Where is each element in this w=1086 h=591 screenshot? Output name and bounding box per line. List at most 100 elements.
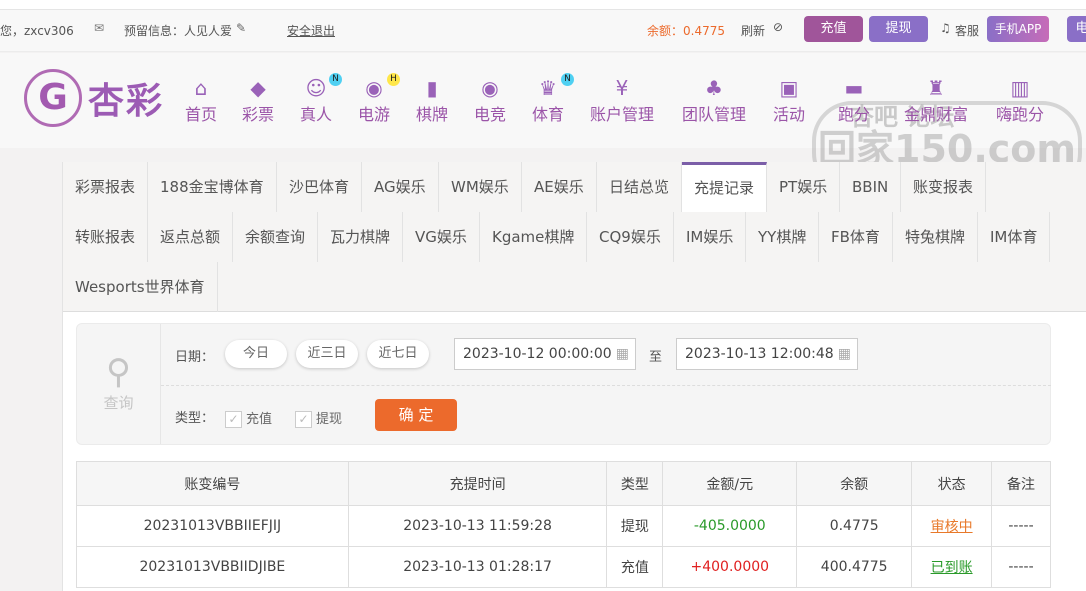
- status-badge[interactable]: 审核中: [931, 519, 973, 535]
- cell-value: -----: [1008, 559, 1034, 575]
- tab-item[interactable]: FB体育: [819, 212, 893, 262]
- tab-item[interactable]: BBIN: [840, 162, 902, 212]
- nav-label: 体育: [532, 105, 565, 124]
- nav-label: 真人: [300, 105, 333, 124]
- balance: 余额：0.4775: [647, 24, 725, 38]
- tab-item[interactable]: 充提记录: [682, 162, 768, 212]
- cell-value: 2023-10-13 11:59:28: [403, 518, 552, 534]
- calendar-icon[interactable]: ▦: [838, 339, 851, 369]
- nav-item-3[interactable]: ◉ H 电游: [358, 73, 401, 125]
- app-button[interactable]: 手机APP: [987, 16, 1049, 42]
- refresh-button[interactable]: 刷新: [741, 22, 765, 39]
- tab-item[interactable]: Kgame棋牌: [480, 212, 588, 262]
- nav-item-11[interactable]: ♜ 金鼎财富: [904, 75, 968, 125]
- tab-item[interactable]: Wesports世界体育: [63, 262, 218, 312]
- reserved-message: 预留信息：人见人爱: [124, 24, 233, 38]
- withdraw-checkbox[interactable]: ✓ 提现: [295, 408, 342, 428]
- tab-item[interactable]: 转账报表: [63, 212, 149, 262]
- column-header: 余额: [796, 461, 913, 506]
- today-button[interactable]: 今日: [225, 340, 287, 368]
- nav-label: 棋牌: [416, 105, 449, 124]
- calendar-icon[interactable]: ▦: [616, 339, 629, 369]
- logout-link[interactable]: 安全退出: [287, 22, 335, 39]
- service-link[interactable]: 客服: [955, 22, 979, 39]
- table-cell: -405.0000: [662, 505, 798, 547]
- top-bar: 您，zxcv306 ✉ 预留信息：人见人爱 ✎ 安全退出 余额：0.4775 刷…: [0, 10, 1086, 52]
- table-row: 20231013VBBIIEFJIJ 2023-10-13 11:59:28 提现 -…: [76, 505, 1051, 547]
- table-row: 20231013VBBIIDJIBE 2023-10-13 01:28:17 充值 +…: [76, 546, 1051, 588]
- tab-item[interactable]: 日结总览: [597, 162, 683, 212]
- nav-label: 电游: [358, 105, 391, 124]
- hide-eye-icon[interactable]: ⊘: [773, 20, 783, 34]
- nav-item-6[interactable]: ♛ N 体育: [532, 73, 575, 125]
- tab-item[interactable]: VG娱乐: [403, 212, 480, 262]
- cell-value: 400.4775: [820, 559, 888, 575]
- tab-item[interactable]: IM体育: [978, 212, 1051, 262]
- nav-item-5[interactable]: ◉ 电竞: [474, 75, 506, 125]
- car-icon: ▬: [844, 76, 864, 100]
- tab-item[interactable]: 瓦力棋牌: [318, 212, 404, 262]
- table-cell: 2023-10-13 01:28:17: [347, 546, 608, 588]
- nav-item-10[interactable]: ▬ 跑分: [838, 75, 870, 125]
- tab-item[interactable]: 余额查询: [233, 212, 319, 262]
- nav-label: 活动: [773, 105, 806, 124]
- tab-item[interactable]: AG娱乐: [362, 162, 439, 212]
- more-button[interactable]: 电: [1067, 16, 1086, 42]
- nav-item-8[interactable]: ♣ 团队管理: [682, 75, 746, 125]
- mail-icon[interactable]: ✉: [94, 21, 104, 35]
- seven-days-button[interactable]: 近七日: [367, 340, 429, 368]
- nav-label: 彩票: [242, 105, 275, 124]
- cell-value: +400.0000: [690, 559, 770, 575]
- end-date-input[interactable]: 2023-10-13 12:00:48 ▦: [676, 338, 858, 370]
- tab-item[interactable]: 账变报表: [901, 162, 987, 212]
- tab-item[interactable]: WM娱乐: [439, 162, 522, 212]
- to-label: 至: [649, 350, 663, 365]
- headset-icon: ♫: [940, 21, 951, 35]
- status-badge: 已到账: [930, 560, 973, 576]
- start-date-value: 2023-10-12 00:00:00: [463, 346, 612, 362]
- badge: H: [387, 73, 401, 86]
- nav-item-1[interactable]: ◆ 彩票: [242, 75, 274, 125]
- dealer-icon: ☺ N: [300, 73, 343, 101]
- nav-item-7[interactable]: ¥ 账户管理: [590, 75, 654, 125]
- type-label: 类型：: [175, 411, 215, 426]
- tab-item[interactable]: 返点总额: [148, 212, 234, 262]
- nav-item-12[interactable]: ▥ 嗨跑分: [996, 75, 1044, 125]
- tab-item[interactable]: YY棋牌: [746, 212, 820, 262]
- tab-item[interactable]: 沙巴体育: [277, 162, 363, 212]
- table-cell: 20231013VBBIIDJIBE: [76, 546, 349, 588]
- tab-item[interactable]: PT娱乐: [767, 162, 841, 212]
- report-tabs: 彩票报表 188金宝博体育 沙巴体育 AG娱乐 WM娱乐 AE娱乐 日结总览 充提记录 PT娱乐…: [63, 162, 1086, 312]
- column-header: 备注: [991, 461, 1051, 506]
- table-cell: 提现: [606, 505, 664, 547]
- date-label: 日期：: [175, 350, 215, 365]
- nav-item-2[interactable]: ☺ N 真人: [300, 73, 343, 125]
- nav-item-4[interactable]: ▮ 棋牌: [416, 75, 448, 125]
- records-table: 账变编号 充提时间 类型 金额/元 余额 状态 备注 20231013VBBIIEFJIJ 2…: [76, 461, 1051, 588]
- tab-item[interactable]: AE娱乐: [522, 162, 597, 212]
- tab-item[interactable]: 特兔棋牌: [893, 212, 979, 262]
- tab-item[interactable]: 188金宝博体育: [148, 162, 277, 212]
- tab-item[interactable]: 彩票报表: [63, 162, 149, 212]
- query-section: ⚲ 查询: [77, 324, 161, 444]
- nav-item-0[interactable]: ⌂ 首页: [185, 75, 217, 125]
- tab-item[interactable]: IM娱乐: [674, 212, 747, 262]
- edit-icon[interactable]: ✎: [236, 21, 246, 35]
- nav-label: 金鼎财富: [904, 105, 969, 124]
- confirm-button[interactable]: 确 定: [375, 399, 457, 431]
- tab-item[interactable]: CQ9娱乐: [587, 212, 674, 262]
- start-date-input[interactable]: 2023-10-12 00:00:00 ▦: [454, 338, 636, 370]
- logo-emblem: G: [24, 69, 82, 127]
- cell-value: 充值: [620, 560, 649, 576]
- deposit-button[interactable]: 充值: [804, 16, 863, 42]
- cell-value: 20231013VBBIIDJIBE: [139, 559, 286, 575]
- table-cell: 已到账: [911, 546, 993, 588]
- withdraw-button[interactable]: 提现: [869, 16, 928, 42]
- team-icon: ♣: [705, 76, 723, 100]
- table-cell: -----: [991, 546, 1051, 588]
- logo[interactable]: G 杏彩: [24, 69, 164, 127]
- gamepad-icon: ◉: [481, 76, 499, 100]
- deposit-checkbox[interactable]: ✓ 充值: [225, 408, 272, 428]
- three-days-button[interactable]: 近三日: [296, 340, 358, 368]
- nav-item-9[interactable]: ▣ 活动: [773, 75, 805, 125]
